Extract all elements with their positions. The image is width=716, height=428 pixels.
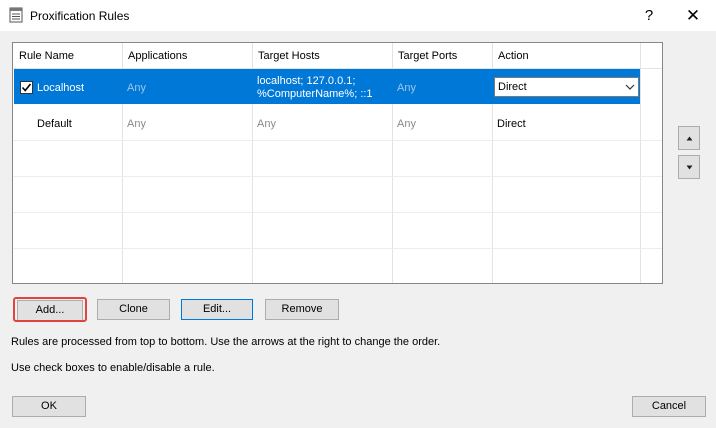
rule-enabled-checkbox[interactable] [20, 81, 33, 94]
row-divider [13, 176, 662, 177]
column-header-rule-name[interactable]: Rule Name [13, 43, 122, 69]
rule-applications: Any [127, 118, 146, 130]
remove-button[interactable]: Remove [265, 299, 339, 320]
rule-target-hosts: Any [257, 118, 276, 130]
move-down-button[interactable] [678, 155, 700, 179]
move-up-button[interactable] [678, 126, 700, 150]
ok-button[interactable]: OK [12, 396, 86, 417]
rules-document-icon [9, 7, 23, 23]
rule-action: Direct [497, 118, 526, 130]
close-button[interactable]: ✕ [674, 2, 712, 29]
rule-target-ports: Any [397, 82, 416, 94]
column-header-action[interactable]: Action [492, 43, 640, 69]
window-title: Proxification Rules [30, 9, 130, 23]
row-divider [13, 140, 662, 141]
arrow-down-icon [686, 165, 693, 170]
clone-button[interactable]: Clone [97, 299, 170, 320]
rule-name[interactable]: Default [37, 118, 72, 131]
cancel-button[interactable]: Cancel [632, 396, 706, 417]
checkmark-icon [21, 83, 32, 92]
row-divider [13, 248, 662, 249]
row-divider [13, 212, 662, 213]
rule-target-hosts-line1: localhost; 127.0.0.1; [257, 75, 356, 87]
help-button[interactable]: ? [632, 2, 666, 29]
title-bar: Proxification Rules ? ✕ [0, 0, 716, 31]
rules-table[interactable]: Rule Name Applications Target Hosts Targ… [12, 42, 663, 284]
column-header-target-ports[interactable]: Target Ports [392, 43, 492, 69]
column-divider [640, 43, 641, 283]
info-checkboxes: Use check boxes to enable/disable a rule… [11, 362, 215, 374]
info-order: Rules are processed from top to bottom. … [11, 336, 441, 348]
action-dropdown-value: Direct [498, 81, 527, 93]
rule-applications: Any [127, 82, 146, 94]
column-header-applications[interactable]: Applications [122, 43, 252, 69]
action-dropdown[interactable]: Direct [494, 77, 639, 97]
chevron-down-icon [625, 84, 635, 90]
edit-button[interactable]: Edit... [181, 299, 253, 320]
rule-target-ports: Any [397, 118, 416, 130]
rule-target-hosts-line2: %ComputerName%; ::1 [257, 88, 373, 100]
arrow-up-icon [686, 136, 693, 141]
add-button-highlight [13, 297, 87, 322]
column-header-target-hosts[interactable]: Target Hosts [252, 43, 392, 69]
rule-name: Localhost [37, 82, 85, 94]
